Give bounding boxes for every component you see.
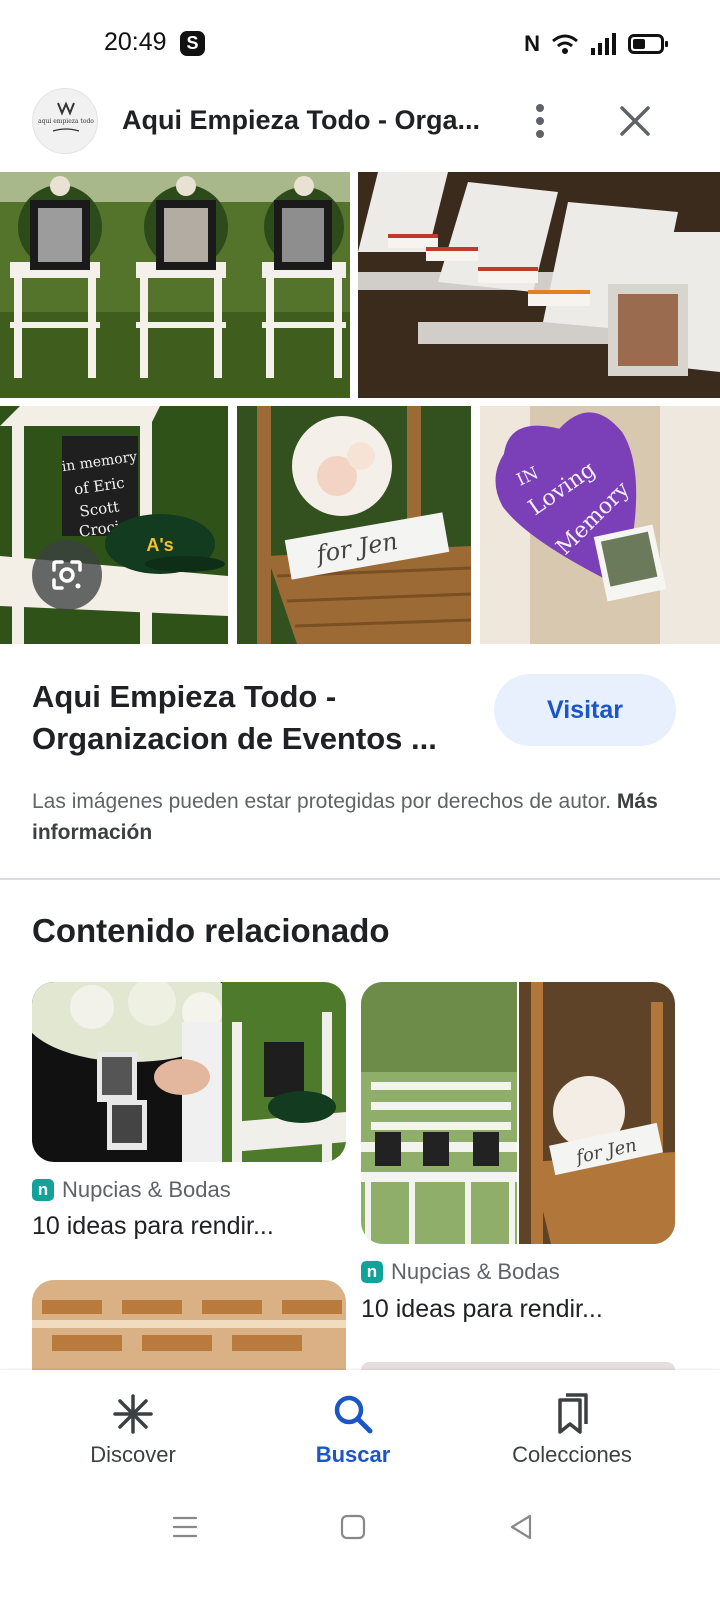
collage-image-loving-memory-chair[interactable]: IN Loving Memory (480, 406, 720, 644)
nav-buscar[interactable]: Buscar (253, 1370, 453, 1490)
wifi-icon (552, 34, 578, 54)
svg-text:A's: A's (146, 535, 173, 555)
status-icons: N (524, 30, 668, 58)
nupcias-logo-icon: n (32, 1179, 54, 1201)
related-card-caption-2[interactable]: 10 ideas para rendir... (361, 1295, 603, 1324)
nav-label-discover: Discover (90, 1442, 176, 1467)
collage-image-memorial-chairs[interactable] (0, 172, 350, 398)
back-icon[interactable] (506, 1512, 536, 1542)
google-lens-icon (52, 560, 82, 590)
related-card-image-4[interactable] (361, 1362, 675, 1370)
home-icon[interactable] (338, 1512, 368, 1542)
google-lens-button[interactable] (32, 540, 102, 610)
source-name: Nupcias & Bodas (391, 1259, 560, 1284)
asterisk-icon (113, 1394, 153, 1434)
collage-image-for-jen-chair[interactable]: for Jen (237, 406, 471, 644)
site-logo[interactable]: aqui empieza todo (32, 88, 98, 154)
nav-label-colecciones: Colecciones (512, 1442, 632, 1467)
nupcias-logo-icon: n (361, 1261, 383, 1283)
related-card-image-3[interactable] (32, 1280, 346, 1370)
bookmarks-icon (558, 1393, 588, 1434)
related-card-source-1[interactable]: n Nupcias & Bodas (32, 1177, 231, 1203)
status-time: 20:49 (104, 28, 167, 56)
copyright-text: Las imágenes pueden estar protegidas por… (32, 790, 612, 813)
page-title: Aqui Empieza Todo - Orga... (122, 105, 481, 135)
bottom-navigation: Discover Buscar Colecciones (0, 1370, 720, 1490)
image-collage[interactable]: in memory of Eric Scott Croci A's for Je… (0, 172, 720, 644)
search-icon (334, 1395, 373, 1434)
related-card-image-2[interactable]: for Jen (361, 982, 675, 1244)
battery-icon (628, 34, 668, 54)
visit-button[interactable]: Visitar (494, 674, 676, 746)
close-icon (620, 106, 650, 136)
related-card-image-1[interactable] (32, 982, 346, 1162)
signal-icon (591, 33, 616, 55)
app-badge-icon: S (180, 31, 205, 56)
result-title[interactable]: Aqui Empieza Todo - Organizacion de Even… (32, 676, 472, 760)
source-name: Nupcias & Bodas (62, 1177, 231, 1202)
related-heading: Contenido relacionado (32, 912, 390, 949)
nav-colecciones[interactable]: Colecciones (472, 1370, 672, 1490)
section-divider (0, 878, 720, 880)
copyright-notice: Las imágenes pueden estar protegidas por… (32, 786, 682, 848)
recent-apps-icon[interactable] (170, 1512, 200, 1542)
collage-image-reserved-chairs[interactable] (358, 172, 720, 398)
page-header: aqui empieza todo Aqui Empieza Todo - Or… (0, 88, 720, 172)
logo-text: aqui empieza todo (38, 118, 94, 125)
related-card-caption-1[interactable]: 10 ideas para rendir... (32, 1212, 274, 1241)
close-button[interactable] (612, 98, 658, 144)
related-card-source-2[interactable]: n Nupcias & Bodas (361, 1259, 560, 1285)
nfc-icon: N (524, 31, 540, 56)
nav-label-buscar: Buscar (315, 1442, 391, 1467)
logo-mark: aqui empieza todo (38, 101, 94, 132)
system-navigation-bar (0, 1490, 720, 1600)
nav-discover[interactable]: Discover (33, 1370, 233, 1490)
status-bar: 20:49 S N (0, 0, 720, 88)
more-vert-icon[interactable] (522, 98, 558, 144)
